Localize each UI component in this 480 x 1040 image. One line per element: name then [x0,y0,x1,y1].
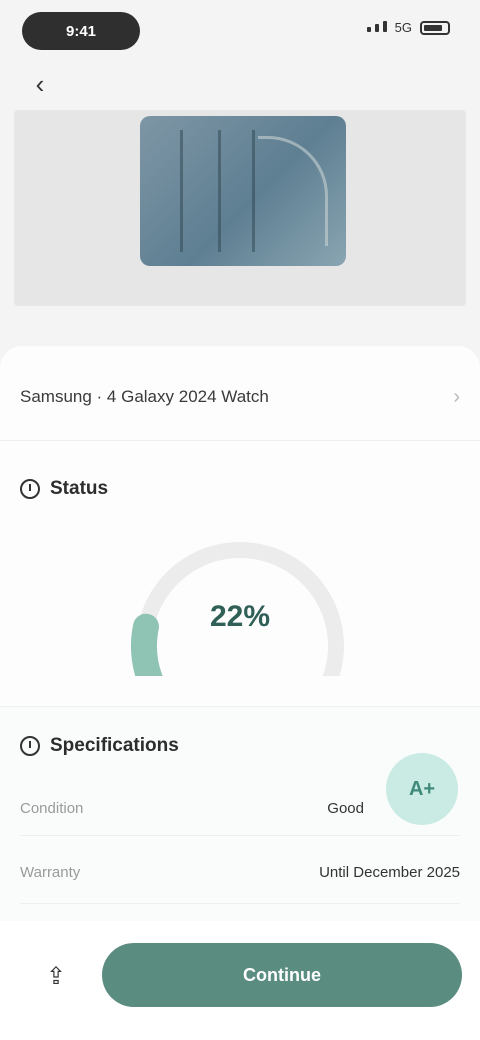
battery-icon [420,20,450,35]
status-icons: 5G [367,20,450,35]
gauge-section-label: Status [50,478,109,499]
info-title: Specifications [20,735,179,757]
gauge: 22% [120,516,360,733]
gauge-fill [131,613,192,733]
row-divider [20,903,460,904]
bottom-action-bar: ⇪ Continue [0,921,480,1040]
gauge-svg [131,542,344,733]
product-hero [14,110,466,306]
share-button[interactable]: ⇪ [26,949,86,1003]
product-name: Samsung · 4 Galaxy 2024 Watch [20,387,269,406]
network-label: 5G [394,20,412,35]
status-bar: 9:41 5G [0,0,480,60]
info-icon [20,736,40,756]
back-button[interactable]: ‹ [18,62,62,106]
continue-button[interactable]: Continue [102,943,462,1007]
info-row-label: Warranty [20,863,81,881]
info-title-label: Specifications [50,735,179,756]
row-divider [20,835,460,836]
info-card: Specifications A+ Condition Good Warrant… [0,706,480,1040]
info-row: Warranty Until December 2025 [20,859,460,885]
clock-icon [20,479,40,499]
product-row[interactable]: Samsung · 4 Galaxy 2024 Watch › [20,382,460,412]
divider [0,440,480,441]
chevron-right-icon: › [453,385,460,408]
info-row-value: Good [327,799,364,817]
gauge-section-title: Status [20,478,108,500]
product-image [140,116,346,266]
gauge-value-label: 22% [209,600,271,633]
info-row: Condition Good [20,795,460,821]
share-icon: ⇪ [45,962,67,990]
chevron-left-icon: ‹ [35,68,45,99]
info-row-label: Condition [20,799,84,817]
info-row-value: Until December 2025 [319,863,460,881]
signal-icon [367,20,387,35]
status-time: 9:41 [22,12,140,50]
details-sheet: Samsung · 4 Galaxy 2024 Watch › Status 2… [0,346,480,1040]
